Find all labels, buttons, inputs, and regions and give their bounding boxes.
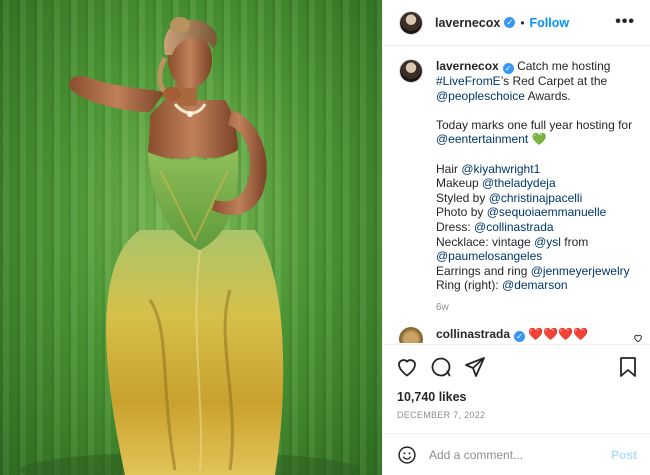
follow-button[interactable]: Follow (530, 16, 570, 30)
post-photo[interactable] (0, 0, 382, 475)
emoji-icon[interactable] (397, 445, 417, 465)
bookmark-icon[interactable] (617, 355, 639, 379)
caption-text-part: Awards. (524, 88, 571, 103)
comments-area[interactable]: lavernecox ✓ Catch me hosting #LiveFromE’… (383, 47, 650, 343)
caption-text-part: ’s Red Carpet at the (500, 74, 608, 88)
verified-badge-icon: ✓ (502, 63, 514, 74)
credit-label: Styled by (436, 190, 486, 205)
comment-item: collinastrada ✓ ❤️❤️❤️❤️ (399, 327, 642, 343)
verified-badge-icon: ✓ (514, 331, 526, 342)
credit-label: Photo by (436, 205, 484, 220)
action-icons (395, 355, 487, 381)
mention-link[interactable]: @demarson (502, 278, 568, 292)
mention-link[interactable]: @theladydeja (482, 176, 556, 190)
comment-icon[interactable] (429, 355, 453, 379)
mention-link[interactable]: @collinastrada (474, 220, 554, 234)
mention-link[interactable]: @peopleschoice (436, 89, 525, 103)
post-timestamp[interactable]: 6w (436, 301, 641, 316)
mention-link[interactable]: @paumelosangeles (436, 249, 542, 263)
header-username[interactable]: lavernecox (435, 16, 500, 30)
caption-username[interactable]: lavernecox (436, 59, 499, 73)
post-side-panel: lavernecox ✓ • Follow ••• lavernecox ✓ Ca… (382, 0, 650, 475)
credit-label: Ring (right): (436, 278, 499, 293)
mention-link[interactable]: @jenmeyerjewelry (531, 264, 630, 278)
avatar[interactable] (399, 59, 423, 83)
post-comment-button[interactable]: Post (611, 448, 637, 462)
credit-label: Hair (436, 161, 459, 176)
green-heart-emoji: 💚 (531, 132, 547, 147)
credit-label: Makeup (436, 176, 479, 191)
comment-hearts: ❤️❤️❤️❤️ (528, 327, 589, 341)
caption-text-part: Today marks one full year hosting for (436, 117, 633, 132)
credit-label: Earrings and ring (436, 263, 528, 278)
comment-username[interactable]: collinastrada (436, 327, 510, 341)
comment-text: collinastrada ✓ ❤️❤️❤️❤️ (436, 327, 588, 342)
photo-illustration (20, 17, 360, 475)
verified-badge-icon: ✓ (504, 17, 516, 28)
like-count[interactable]: 10,740 likes (397, 390, 467, 404)
mention-link[interactable]: @christinajpacelli (489, 191, 583, 205)
separator-dot: • (520, 15, 525, 30)
mention-link[interactable]: @ysl (534, 235, 561, 249)
caption-text: lavernecox ✓ Catch me hosting #LiveFromE’… (436, 59, 641, 316)
mention-link[interactable]: @eentertainment (436, 132, 528, 146)
mention-link[interactable]: @sequoiaemmanuelle (487, 205, 607, 219)
post-actions: 10,740 likes DECEMBER 7, 2022 Post (383, 344, 650, 474)
avatar[interactable] (399, 327, 423, 343)
heart-icon[interactable] (395, 355, 419, 379)
comment-like-heart-icon[interactable] (633, 333, 643, 343)
hashtag-link[interactable]: #LiveFromE (436, 74, 501, 88)
comment-input[interactable] (429, 447, 611, 462)
avatar[interactable] (399, 10, 423, 35)
add-comment-bar: Post (383, 433, 650, 475)
more-options-icon[interactable]: ••• (615, 14, 635, 30)
credit-label: from (564, 234, 589, 249)
caption-intro: Catch me hosting (517, 59, 611, 73)
credit-label: Necklace: vintage (436, 234, 531, 249)
credit-label: Dress: (436, 219, 471, 234)
post-header: lavernecox ✓ • Follow ••• (383, 0, 650, 46)
post-date: DECEMBER 7, 2022 (397, 410, 486, 420)
mention-link[interactable]: @kiyahwright1 (461, 162, 540, 176)
share-icon[interactable] (463, 355, 487, 379)
